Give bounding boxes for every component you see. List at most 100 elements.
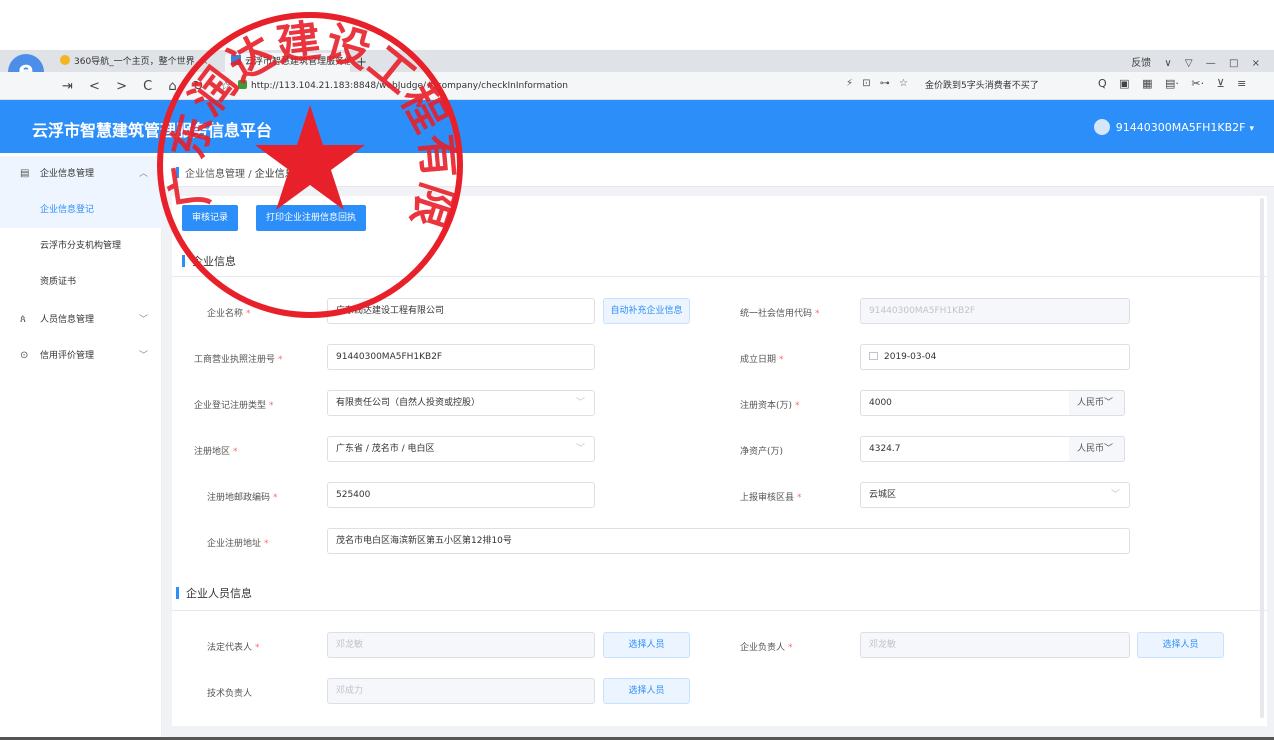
sidebar-item-label: 企业信息登记 — [40, 205, 95, 215]
sidebar-group-company[interactable]: ▤ 企业信息管理 ︿ — [0, 156, 162, 192]
home-icon[interactable]: ⌂ — [168, 79, 176, 94]
maximize-icon[interactable]: □ — [1229, 58, 1238, 69]
user-name: 91440300MA5FH1KB2F — [1115, 121, 1246, 134]
select-person-button[interactable]: 选择人员 — [603, 632, 690, 658]
reader-icon[interactable]: ▤· — [1165, 77, 1179, 90]
browser-tab-360[interactable]: 360导航_一个主页，整个世界 × — [60, 53, 220, 72]
speed-icon[interactable]: ⚡ — [846, 78, 853, 89]
calendar-icon — [869, 352, 878, 360]
skin-icon[interactable]: ▽ — [1185, 58, 1193, 69]
label-text: 企业负责人 — [740, 643, 786, 653]
breadcrumb-bar — [162, 153, 1274, 187]
postcode-input[interactable]: 525400 — [327, 482, 595, 508]
url-text[interactable]: http://113.104.21.183:8848/webJudge/#/co… — [251, 81, 568, 91]
sidebar-group-credit[interactable]: ⊙ 信用评价管理 ﹀ — [0, 338, 162, 374]
audit-record-button[interactable]: 审核记录 — [182, 205, 239, 231]
legal-rep-input[interactable]: 邓龙敏 — [327, 632, 595, 658]
key-icon[interactable]: ⊶ — [880, 78, 890, 89]
label-text: 企业登记注册类型 — [194, 401, 267, 411]
company-name-input[interactable]: 广东润达建设工程有限公司 — [327, 298, 595, 324]
company-head-input[interactable]: 邓龙敏 — [860, 632, 1130, 658]
sidebar-item-branch[interactable]: 云浮市分支机构管理 — [0, 228, 162, 264]
forward-icon[interactable]: > — [116, 79, 127, 94]
minimize-icon[interactable]: — — [1206, 58, 1216, 69]
section-accent — [182, 255, 185, 267]
select-value: 广东省 / 茂名市 / 电白区 — [336, 444, 435, 454]
required-mark: * — [233, 447, 238, 457]
reg-area-cascader[interactable]: 广东省 / 茂名市 / 电白区 ﹀ — [327, 436, 595, 462]
sidebar-item-company-register[interactable]: 企业信息登记 — [0, 192, 162, 228]
section-divider — [172, 276, 1267, 277]
breadcrumb-parent[interactable]: 企业信息管理 — [185, 169, 245, 180]
tab-title: 360导航_一个主页，整个世界 — [74, 57, 195, 67]
breadcrumb-separator: / — [248, 169, 252, 180]
select-person-button[interactable]: 选择人员 — [603, 678, 690, 704]
avatar — [1093, 119, 1110, 135]
user-menu[interactable]: 91440300MA5FH1KB2F ▾ — [1093, 119, 1254, 135]
select-person-button[interactable]: 选择人员 — [1137, 632, 1224, 658]
required-mark: * — [278, 355, 283, 365]
reload-icon[interactable]: C — [143, 79, 152, 94]
date-value: 2019-03-04 — [884, 352, 937, 362]
menu-icon[interactable]: ≡ — [1237, 77, 1246, 90]
autofill-button[interactable]: 自动补充企业信息 — [603, 298, 690, 324]
print-receipt-button[interactable]: 打印企业注册信息回执 — [256, 205, 367, 231]
label-text: 统一社会信用代码 — [740, 309, 813, 319]
section-divider — [172, 610, 1267, 611]
apps-grid-icon[interactable]: ▦ — [1142, 77, 1152, 90]
section-title-text: 企业信息 — [192, 255, 236, 268]
tech-head-label: 技术负责人 — [207, 689, 253, 699]
address-input[interactable]: 茂名市电白区海滨新区第五小区第12排10号 — [327, 528, 1130, 554]
required-mark: * — [797, 493, 802, 503]
chevron-down-icon: ﹀ — [138, 315, 148, 325]
net-assets-label: 净资产(万) — [740, 447, 784, 457]
district-label: 上报审核区县 * — [740, 490, 802, 503]
close-window-icon[interactable]: × — [1252, 58, 1260, 69]
net-assets-unit-select[interactable]: 人民币﹀ — [1069, 436, 1125, 462]
reg-capital-unit-select[interactable]: 人民币﹀ — [1069, 390, 1125, 416]
security-icon[interactable] — [238, 80, 247, 89]
screenshot-icon[interactable]: ⊡ — [862, 78, 870, 89]
new-tab-icon[interactable]: + — [356, 55, 367, 70]
established-date-input[interactable]: 2019-03-04 — [860, 344, 1130, 370]
required-mark: * — [779, 355, 784, 365]
reg-capital-input[interactable]: 4000 — [860, 390, 1070, 416]
postcode-label: 注册地邮政编码 * — [207, 490, 278, 503]
district-select[interactable]: 云城区 ﹀ — [860, 482, 1130, 508]
select-value: 有限责任公司（自然人投资或控股） — [336, 398, 481, 408]
label-text: 注册地邮政编码 — [207, 493, 271, 503]
browser-tab-platform[interactable]: 云浮市智慧建筑管理服务信息平台× — [225, 53, 350, 72]
required-mark: * — [815, 309, 820, 319]
chevron-down-icon: ﹀ — [1104, 398, 1114, 408]
chevron-down-icon: ﹀ — [1104, 444, 1114, 454]
back-icon[interactable]: < — [89, 79, 100, 94]
chevron-down-icon: ﹀ — [138, 351, 148, 361]
undo-icon[interactable]: ↻ — [193, 79, 204, 94]
license-no-input[interactable]: 91440300MA5FH1KB2F — [327, 344, 595, 370]
download-icon[interactable]: ⊻ — [1217, 77, 1225, 90]
bookmark-star-icon[interactable]: ☆ — [899, 78, 908, 89]
search-icon[interactable]: Q — [1098, 77, 1107, 90]
breadcrumb-accent — [176, 167, 179, 178]
extension-icon[interactable]: ▣ — [1119, 77, 1129, 90]
net-assets-input[interactable]: 4324.7 — [860, 436, 1070, 462]
browser-toolbar: Q ▣ ▦ ▤· ✂· ⊻ ≡ — [1098, 77, 1255, 90]
license-no-label: 工商营业执照注册号 * — [194, 352, 283, 365]
news-promo-link[interactable]: 金价跌到5字头消费者不买了 — [925, 78, 1039, 91]
credit-code-input[interactable]: 91440300MA5FH1KB2F — [860, 298, 1130, 324]
section-title-company: 企业信息 — [182, 253, 236, 269]
sidebar-group-label: 信用评价管理 — [40, 351, 95, 361]
established-label: 成立日期 * — [740, 352, 784, 365]
close-tab-icon[interactable]: × — [201, 57, 209, 67]
feedback-button[interactable]: 反馈 — [1131, 58, 1151, 69]
window-controls: 反馈 ∨ ▽ — □ × — [1121, 54, 1260, 69]
sidebar-item-label: 云浮市分支机构管理 — [40, 241, 122, 251]
tech-head-input[interactable]: 邓成力 — [327, 678, 595, 704]
sidebar-toggle-icon[interactable]: ⇥ — [62, 79, 73, 94]
menu-chevron-icon[interactable]: ∨ — [1164, 58, 1171, 69]
sidebar-item-certificate[interactable]: 资质证书 — [0, 264, 162, 300]
reg-type-select[interactable]: 有限责任公司（自然人投资或控股） ﹀ — [327, 390, 595, 416]
sidebar-group-label: 企业信息管理 — [40, 169, 95, 179]
scissors-icon[interactable]: ✂· — [1191, 77, 1204, 90]
sidebar-group-personnel[interactable]: ጰ 人员信息管理 ﹀ — [0, 302, 162, 338]
